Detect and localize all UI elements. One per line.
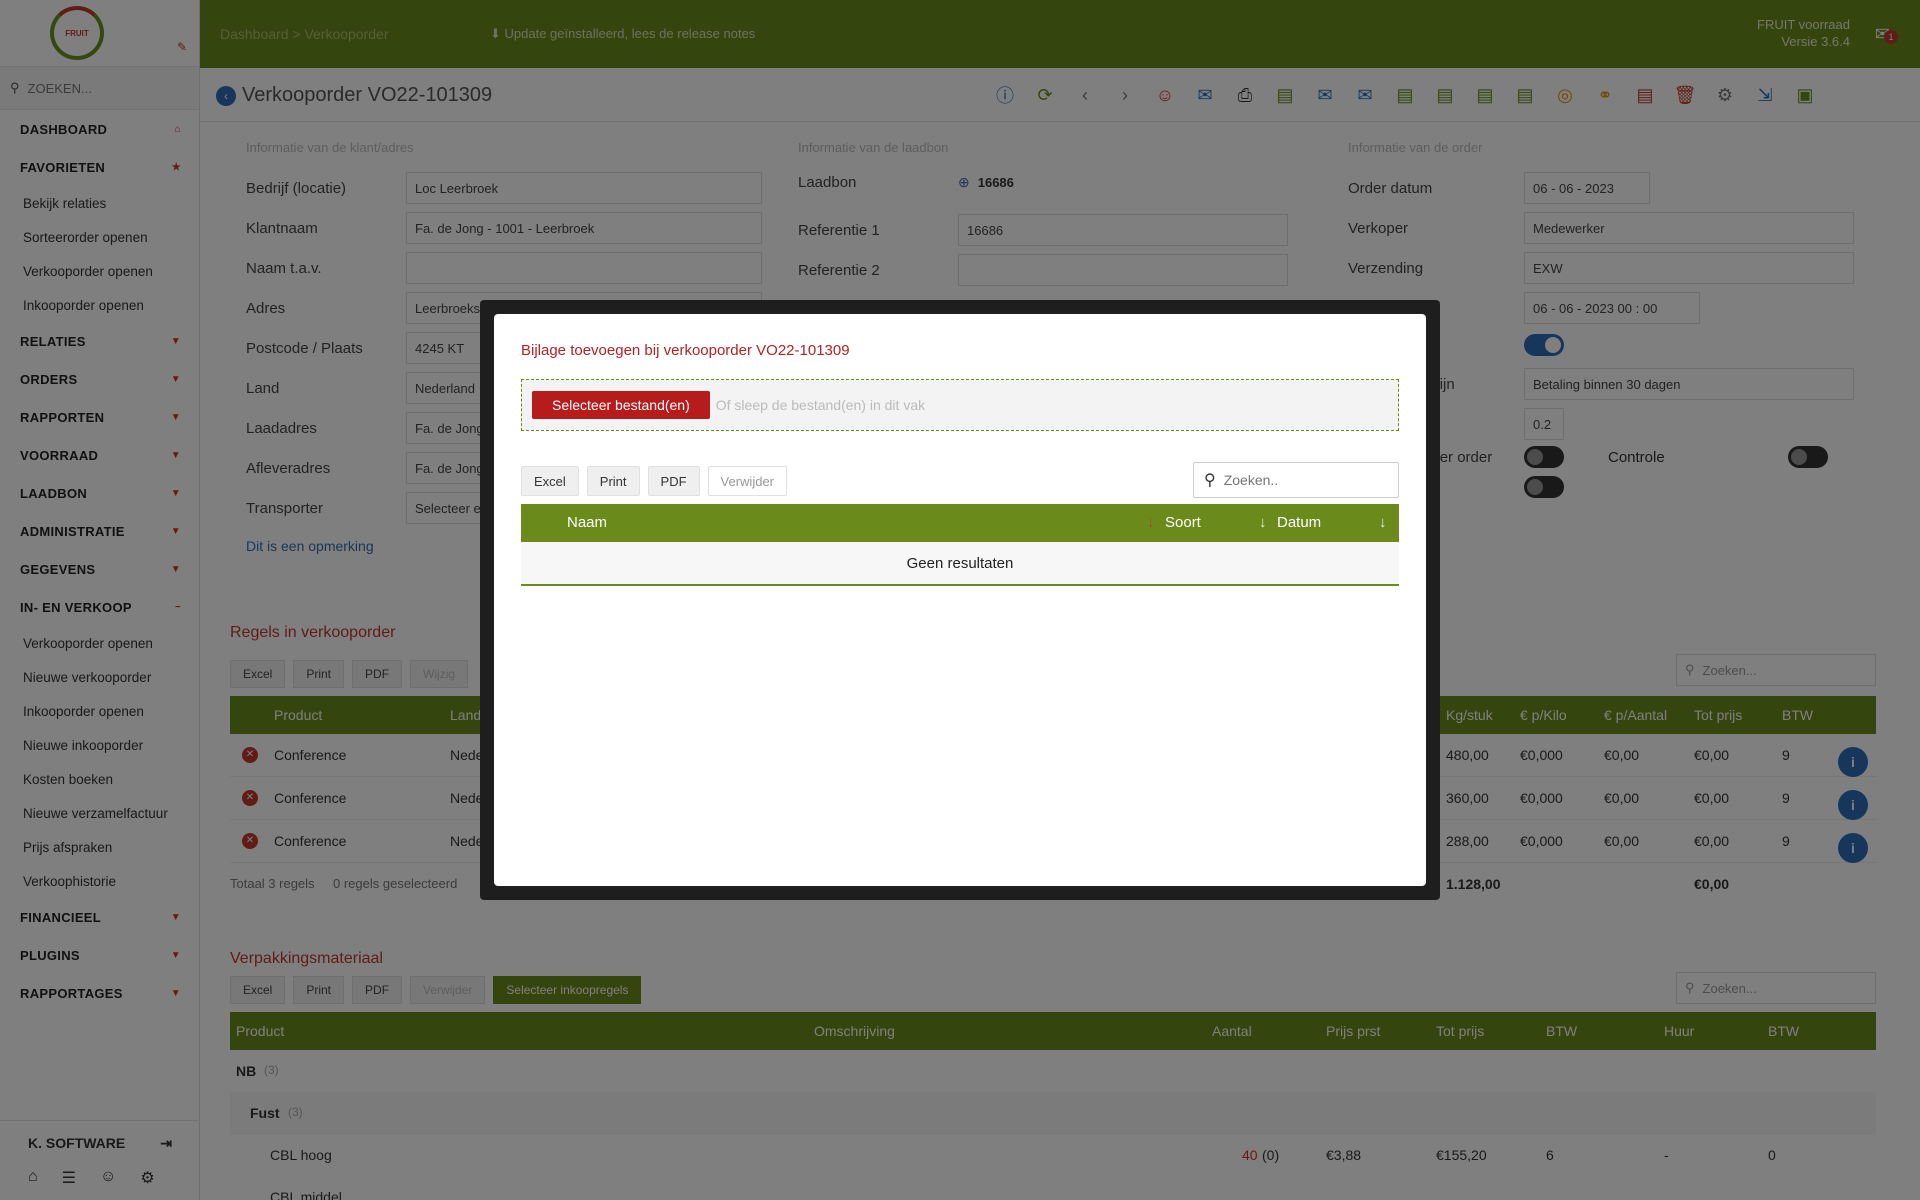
col-naam[interactable]: Naam [567,514,607,531]
col-soort[interactable]: Soort [1165,514,1201,531]
modal-buttons: Excel Print PDF Verwijder [521,466,787,496]
sort-arrow-icon[interactable]: ↓ [1259,514,1267,531]
modal-title: Bijlage toevoegen bij verkooporder VO22-… [521,342,850,359]
pdf-button[interactable]: PDF [647,466,700,496]
sort-arrow-icon[interactable]: ↓ [1147,514,1155,531]
search-icon: ⚲ [1204,472,1216,489]
delete-button[interactable]: Verwijder [707,466,787,496]
select-files-button[interactable]: Selecteer bestand(en) [532,391,710,419]
modal-search[interactable]: ⚲ [1193,462,1399,498]
attachment-modal: Bijlage toevoegen bij verkooporder VO22-… [494,314,1426,886]
drop-hint: Of sleep de bestand(en) in dit vak [715,397,926,413]
print-button[interactable]: Print [586,466,640,496]
col-datum[interactable]: Datum [1277,514,1321,531]
empty-state: Geen resultaten [521,542,1399,586]
excel-button[interactable]: Excel [521,466,579,496]
modal-table-header: Naam ↓ Soort ↓ Datum ↓ [521,504,1399,542]
file-dropzone[interactable]: Selecteer bestand(en) Of sleep de bestan… [521,379,1399,431]
modal-search-input[interactable] [1223,472,1384,488]
sort-arrow-icon[interactable]: ↓ [1379,514,1387,531]
